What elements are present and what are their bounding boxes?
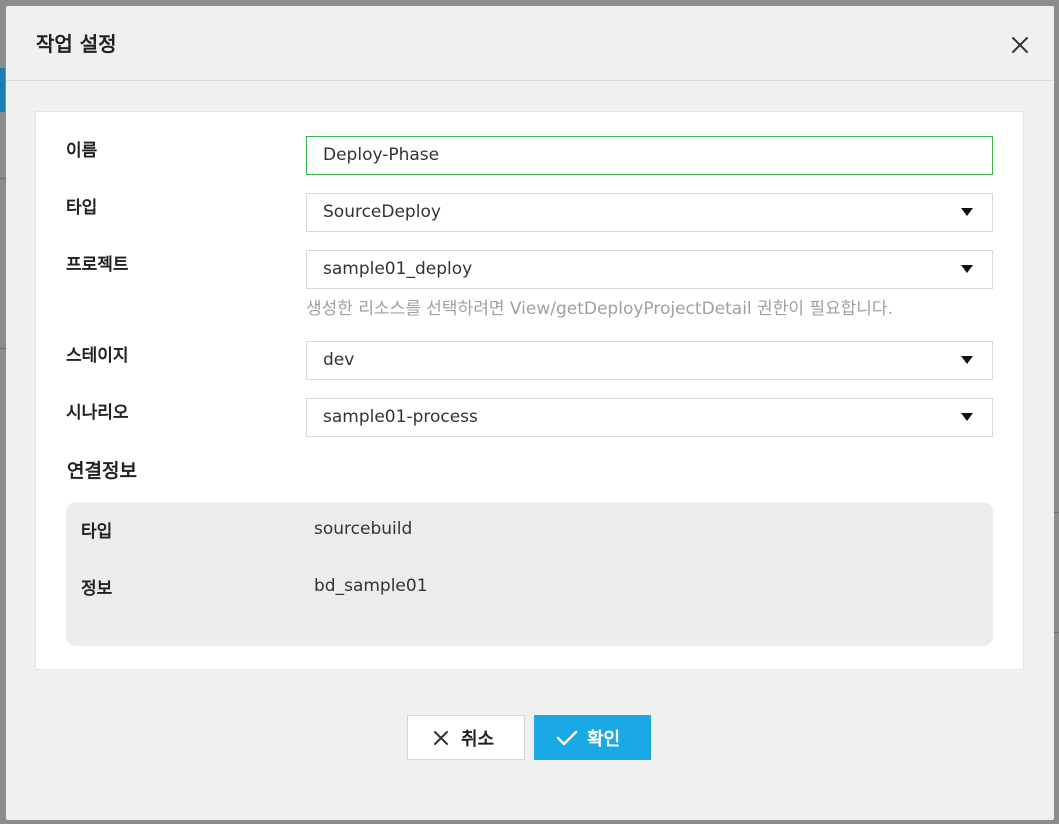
close-button[interactable]	[1008, 33, 1032, 57]
confirm-button[interactable]: 확인	[534, 715, 651, 760]
settings-panel: 이름 Deploy-Phase 타입 SourceDeploy 프로젝트 sam…	[35, 111, 1024, 670]
stage-select-value: dev	[323, 350, 355, 370]
cancel-button[interactable]: 취소	[407, 715, 525, 760]
stage-label: 스테이지	[66, 346, 129, 366]
connection-info-value: bd_sample01	[314, 576, 428, 596]
x-icon	[434, 730, 448, 745]
cancel-button-label: 취소	[461, 728, 495, 750]
connection-info-label: 정보	[81, 579, 113, 599]
connection-info-box: 타입 sourcebuild 정보 bd_sample01	[66, 502, 993, 646]
job-settings-dialog: 작업 설정 이름 Deploy-Phase 타입 SourceDeploy 프로…	[6, 6, 1054, 820]
connection-info-title: 연결정보	[67, 460, 137, 482]
project-label: 프로젝트	[66, 255, 129, 275]
connection-type-label: 타입	[81, 522, 113, 542]
confirm-button-label: 확인	[587, 728, 621, 750]
scenario-select[interactable]: sample01-process	[306, 398, 993, 437]
scenario-select-value: sample01-process	[323, 407, 478, 427]
check-icon	[556, 730, 578, 745]
type-select-value: SourceDeploy	[323, 202, 441, 222]
name-label: 이름	[66, 141, 98, 161]
stage-select[interactable]: dev	[306, 341, 993, 380]
project-permission-hint: 생성한 리소스를 선택하려면 View/getDeployProjectDeta…	[306, 299, 893, 319]
project-select[interactable]: sample01_deploy	[306, 250, 993, 289]
connection-type-value: sourcebuild	[314, 519, 413, 539]
type-label: 타입	[66, 198, 98, 218]
project-select-value: sample01_deploy	[323, 259, 473, 279]
name-input-value: Deploy-Phase	[323, 145, 440, 165]
background-accent	[0, 68, 5, 112]
caret-down-icon	[961, 265, 973, 273]
name-input[interactable]: Deploy-Phase	[306, 136, 993, 175]
type-select[interactable]: SourceDeploy	[306, 193, 993, 232]
scenario-label: 시나리오	[66, 403, 129, 423]
dialog-title: 작업 설정	[36, 32, 117, 56]
caret-down-icon	[961, 413, 973, 421]
close-icon	[1012, 37, 1028, 53]
caret-down-icon	[961, 208, 973, 216]
caret-down-icon	[961, 356, 973, 364]
dialog-header: 작업 설정	[6, 6, 1054, 81]
